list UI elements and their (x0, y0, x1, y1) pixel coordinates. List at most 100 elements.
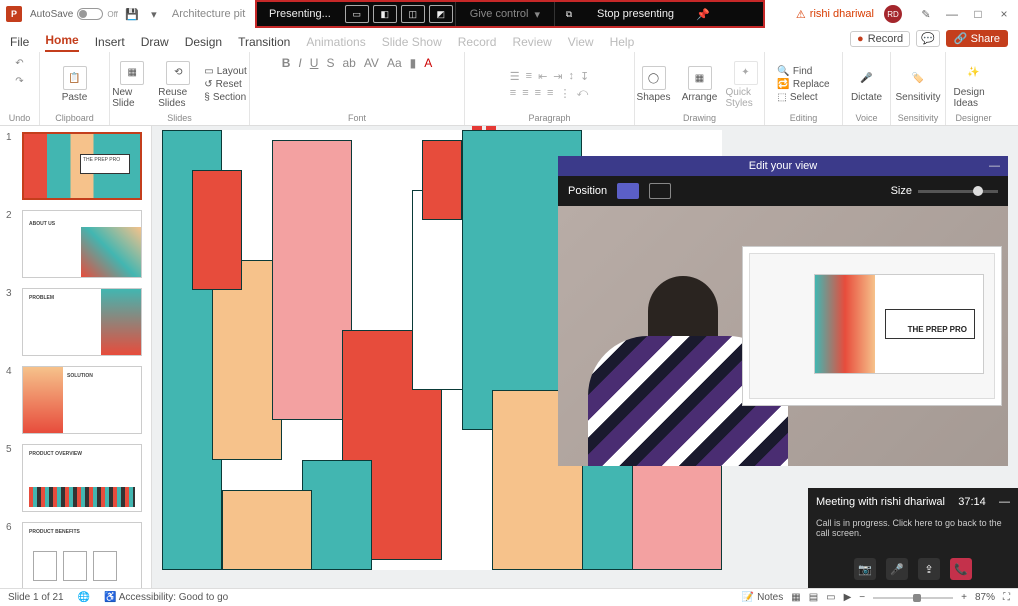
redo-icon[interactable]: ↷ (13, 74, 27, 88)
highlight-button[interactable]: ▮ (410, 56, 417, 70)
bold-button[interactable]: B (282, 56, 291, 70)
tab-draw[interactable]: Draw (141, 35, 169, 52)
layout-mode-3-icon[interactable]: ◫ (401, 5, 425, 23)
thumbnail-3[interactable]: 3PROBLEM (6, 288, 145, 356)
layout-mode-1-icon[interactable]: ▭ (345, 5, 369, 23)
stop-presenting-button[interactable]: Stop presenting (583, 8, 688, 20)
give-control-button[interactable]: Give control▾ (455, 2, 555, 26)
shapes-button[interactable]: ◯Shapes (634, 66, 674, 103)
tab-file[interactable]: File (10, 35, 29, 52)
size-slider[interactable] (918, 190, 998, 193)
share-screen-button[interactable]: ⇪ (918, 558, 940, 580)
undo-icon[interactable]: ↶ (13, 56, 27, 70)
tab-design[interactable]: Design (185, 35, 222, 52)
share-button[interactable]: 🔗 Share (946, 30, 1008, 47)
mic-button[interactable]: 🎤 (886, 558, 908, 580)
avatar[interactable]: RD (884, 5, 902, 23)
font-color-button[interactable]: A (424, 56, 432, 70)
strike-button[interactable]: S (326, 56, 334, 70)
underline-button[interactable]: U (310, 56, 319, 70)
position-right-button[interactable] (649, 183, 671, 199)
design-ideas-button[interactable]: ✨Design Ideas (954, 61, 994, 109)
save-icon[interactable]: 💾 (124, 6, 140, 22)
position-label: Position (568, 185, 607, 197)
tab-view[interactable]: View (568, 35, 594, 52)
meeting-minimize-icon[interactable]: — (999, 496, 1010, 508)
thumbnail-1[interactable]: 1THE PREP PRO (6, 132, 145, 200)
comments-button[interactable]: 💬 (916, 30, 940, 47)
tab-home[interactable]: Home (45, 33, 78, 52)
paste-button[interactable]: 📋Paste (55, 66, 95, 103)
autosave-toggle[interactable]: AutoSave Off (30, 8, 118, 20)
tab-slideshow[interactable]: Slide Show (382, 35, 442, 52)
zoom-out-button[interactable]: − (859, 592, 865, 603)
tab-help[interactable]: Help (610, 35, 635, 52)
align-center-button[interactable]: ≡ (522, 87, 528, 100)
sensitivity-button[interactable]: 🏷️Sensitivity (898, 66, 938, 103)
meeting-toast[interactable]: Meeting with rishi dhariwal 37:14 — Call… (808, 488, 1018, 588)
section-button[interactable]: § Section (204, 92, 246, 103)
arrange-button[interactable]: ▦Arrange (680, 66, 720, 103)
user-name[interactable]: rishi dhariwal (796, 8, 874, 21)
hangup-button[interactable]: 📞 (950, 558, 972, 580)
notes-button[interactable]: 📝 Notes (742, 592, 783, 603)
zoom-slider[interactable] (873, 597, 953, 599)
select-button[interactable]: ⬚ Select (777, 92, 829, 103)
tab-record[interactable]: Record (458, 35, 497, 52)
thumbnail-6[interactable]: 6PRODUCT BENEFITS (6, 522, 145, 588)
layout-button[interactable]: ▭ Layout (204, 66, 246, 77)
preview-slide-title: THE PREP PRO (908, 325, 967, 334)
replace-button[interactable]: 🔁 Replace (777, 79, 829, 90)
slides-group-label: Slides (167, 113, 192, 123)
align-left-button[interactable]: ≡ (510, 87, 516, 100)
popout-icon[interactable]: ⧉ (557, 5, 581, 23)
qat-overflow-icon[interactable]: ▾ (146, 6, 162, 22)
pen-icon[interactable]: ✎ (918, 6, 934, 22)
reuse-slides-button[interactable]: ⟲Reuse Slides (158, 61, 198, 109)
layout-mode-4-icon[interactable]: ◩ (429, 5, 453, 23)
quick-styles-button[interactable]: ✦Quick Styles (726, 61, 766, 109)
spacing-button[interactable]: AV (364, 56, 379, 70)
thumbnail-4[interactable]: 4SOLUTION (6, 366, 145, 434)
shadow-button[interactable]: ab (342, 56, 355, 70)
case-button[interactable]: Aa (387, 56, 402, 70)
slide-counter[interactable]: Slide 1 of 21 (8, 592, 64, 603)
view-reading-icon[interactable]: ▭ (826, 592, 835, 603)
thumbnail-5[interactable]: 5PRODUCT OVERVIEW (6, 444, 145, 512)
dictate-button[interactable]: 🎤Dictate (847, 66, 887, 103)
justify-button[interactable]: ≡ (547, 87, 553, 100)
tab-review[interactable]: Review (512, 35, 551, 52)
line-spacing-button[interactable]: ↕ (569, 70, 575, 83)
thumbnail-2[interactable]: 2ABOUT US (6, 210, 145, 278)
indent-inc-button[interactable]: ⇥ (553, 70, 562, 83)
bullets-button[interactable]: ☰ (510, 70, 520, 83)
zoom-in-button[interactable]: + (961, 592, 967, 603)
italic-button[interactable]: I (298, 56, 301, 70)
maximize-button[interactable]: □ (970, 7, 986, 21)
layout-mode-2-icon[interactable]: ◧ (373, 5, 397, 23)
reset-button[interactable]: ↺ Reset (204, 79, 246, 90)
find-button[interactable]: 🔍 Find (777, 66, 829, 77)
fit-to-window-icon[interactable]: ⛶ (1003, 592, 1010, 603)
indent-dec-button[interactable]: ⇤ (538, 70, 547, 83)
close-button[interactable]: × (996, 7, 1012, 21)
align-right-button[interactable]: ≡ (535, 87, 541, 100)
language-indicator[interactable]: 🌐 (78, 592, 90, 603)
tab-animations[interactable]: Animations (306, 35, 365, 52)
document-name[interactable]: Architecture pit (172, 8, 245, 20)
record-button[interactable]: Record (850, 31, 910, 47)
position-left-button[interactable] (617, 183, 639, 199)
accessibility-status[interactable]: ♿ Accessibility: Good to go (104, 592, 228, 603)
camera-button[interactable]: 📷 (854, 558, 876, 580)
view-normal-icon[interactable]: ▦ (791, 592, 800, 603)
view-sorter-icon[interactable]: ▤ (809, 592, 818, 603)
tab-insert[interactable]: Insert (95, 35, 125, 52)
new-slide-button[interactable]: ▦New Slide (112, 61, 152, 109)
minimize-panel-icon[interactable]: — (989, 160, 1000, 172)
pin-icon[interactable]: 📌 (688, 8, 718, 21)
tab-transitions[interactable]: Transition (238, 35, 290, 52)
zoom-level[interactable]: 87% (975, 592, 995, 603)
view-slideshow-icon[interactable]: ▶ (844, 592, 852, 603)
minimize-button[interactable]: — (944, 7, 960, 21)
numbering-button[interactable]: ≡ (526, 70, 532, 83)
